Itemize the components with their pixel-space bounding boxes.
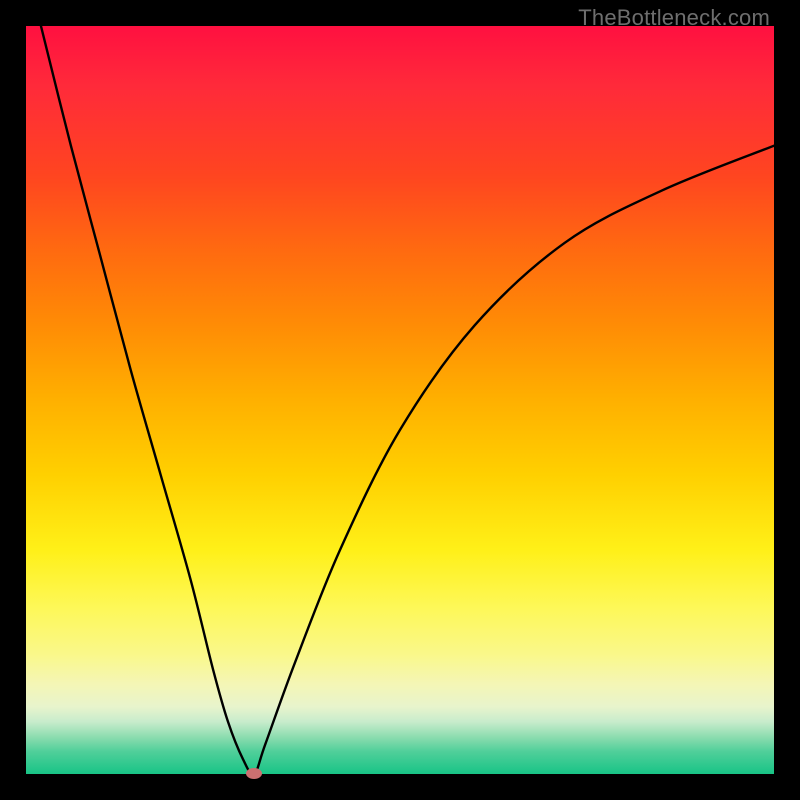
bottleneck-curve (41, 26, 774, 774)
curve-layer (26, 26, 774, 774)
chart-container: TheBottleneck.com (0, 0, 800, 800)
minimum-marker (246, 768, 262, 779)
plot-area (26, 26, 774, 774)
